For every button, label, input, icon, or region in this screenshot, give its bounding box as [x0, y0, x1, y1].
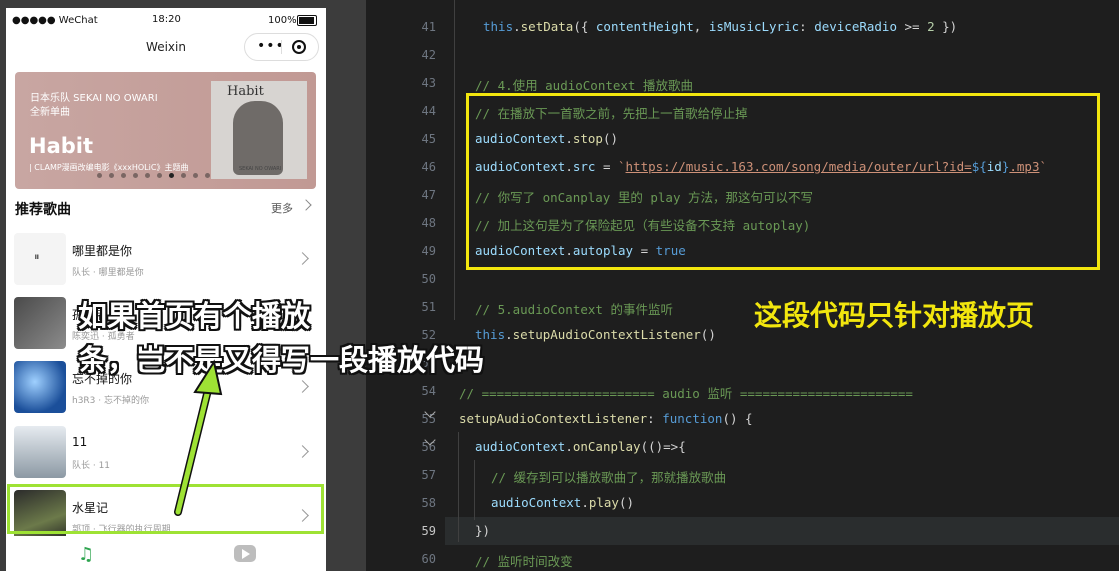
yellow-annotation: 这段代码只针对播放页 [754, 299, 1035, 332]
code-line-41[interactable]: this.setData({ contentHeight, isMusicLyr… [483, 19, 957, 34]
chevron-right-icon[interactable] [300, 199, 312, 211]
line-number: 54 [421, 384, 436, 398]
song-thumbnail [14, 297, 66, 349]
code-line-57[interactable]: // 缓存到可以播放歌曲了，那就播放歌曲 [491, 467, 726, 486]
current-line-highlight [445, 517, 1119, 545]
line-number: 57 [421, 468, 436, 482]
banner-swiper[interactable]: 日本乐队 SEKAI NO OWARI 全新单曲 Habit | CLAMP漫画… [15, 72, 316, 189]
line-number: 41 [421, 20, 436, 34]
pause-icon[interactable]: ⏸ [34, 250, 40, 264]
code-line-54[interactable]: // ======================= audio 监听 ====… [459, 383, 913, 402]
section-title: 推荐歌曲 [15, 202, 71, 218]
chevron-right-icon[interactable] [296, 445, 309, 458]
song-artist: 队长 · 11 [72, 461, 111, 471]
song-thumbnail [14, 361, 66, 413]
code-line-58[interactable]: audioContext.play() [491, 495, 634, 510]
yellow-highlight-box [466, 93, 1100, 270]
line-number: 45 [421, 132, 436, 146]
status-bar: ●●●●● WeChat 18:20 100% [6, 8, 326, 34]
banner-album-cover: Habit SEKAI NO OWARI [211, 81, 307, 179]
swiper-dot[interactable] [205, 173, 210, 178]
indent-guide [474, 460, 475, 520]
line-number: 44 [421, 104, 436, 118]
line-number: 47 [421, 188, 436, 202]
line-number: 50 [421, 272, 436, 286]
close-circle-icon[interactable] [292, 40, 306, 54]
more-link[interactable]: 更多 [271, 200, 293, 216]
code-line-51[interactable]: // 5.audioContext 的事件监听 [475, 299, 673, 318]
song-name: 哪里都是你 [72, 244, 133, 258]
swiper-dot[interactable] [145, 173, 150, 178]
indent-guide [458, 432, 459, 542]
swiper-dot[interactable] [181, 173, 186, 178]
song-name: 11 [72, 435, 88, 449]
green-annotation-line1: 如果首页有个播放 [78, 299, 311, 333]
code-line-52[interactable]: this.setupAudioContextListener() [475, 327, 716, 342]
line-number: 42 [421, 48, 436, 62]
green-highlight-box [7, 484, 324, 534]
status-time: 18:20 [152, 14, 181, 25]
capsule-divider [281, 40, 282, 54]
swiper-dot[interactable] [193, 173, 198, 178]
code-line-43[interactable]: // 4.使用 audioContext 播放歌曲 [475, 75, 693, 94]
line-number: 59 [421, 524, 436, 538]
mini-program-capsule[interactable]: ••• [244, 33, 319, 61]
line-number: 46 [421, 160, 436, 174]
cover-title: Habit [227, 84, 264, 99]
song-list-item[interactable]: ⏸ 哪里都是你队长 · 哪里都是你 [6, 233, 326, 295]
song-thumbnail: ⏸ [14, 233, 66, 285]
battery-icon [297, 15, 317, 26]
swiper-dot[interactable] [133, 173, 138, 178]
swiper-indicator[interactable] [97, 173, 247, 179]
line-number: 49 [421, 244, 436, 258]
line-number: 48 [421, 216, 436, 230]
song-list-item[interactable]: 11 队长 · 11 [6, 426, 326, 488]
battery-percent: 100% [268, 15, 297, 26]
line-number: 58 [421, 496, 436, 510]
code-line-56[interactable]: audioContext.onCanplay(()=>{ [475, 439, 686, 454]
code-line-55[interactable]: setupAudioContextListener: function() { [459, 411, 753, 426]
swiper-dot[interactable] [121, 173, 126, 178]
signal-indicator: ●●●●● WeChat [12, 15, 98, 26]
line-number: 60 [421, 552, 436, 566]
green-annotation-line2: 条，岂不是又得写一段播放代码 [78, 343, 485, 377]
video-play-icon[interactable] [234, 545, 256, 562]
line-number: 43 [421, 76, 436, 90]
code-editor: 41 42 43 44 45 46 47 48 49 50 51 52 53 54 55 56 57 58 59 60… [366, 0, 1119, 571]
indent-guide [454, 0, 455, 320]
banner-subtitle: | CLAMP漫画改编电影《xxxHOLiC》主题曲 [29, 163, 189, 172]
chevron-right-icon[interactable] [296, 252, 309, 265]
music-note-icon[interactable]: ♫ [78, 544, 94, 565]
cover-text: SEKAI NO OWARI [239, 166, 282, 172]
banner-title: Habit [29, 134, 94, 158]
swiper-dot[interactable] [109, 173, 114, 178]
song-thumbnail [14, 426, 66, 478]
chevron-right-icon[interactable] [296, 380, 309, 393]
code-line-59[interactable]: }) [475, 523, 490, 538]
banner-line1: 日本乐队 SEKAI NO OWARI [30, 93, 158, 104]
song-artist: h3R3 · 忘不掉的你 [72, 396, 149, 406]
cover-figure [233, 101, 283, 175]
swiper-dot[interactable] [97, 173, 102, 178]
song-artist: 队长 · 哪里都是你 [72, 268, 144, 278]
banner-line2: 全新单曲 [30, 107, 70, 118]
code-line-60[interactable]: // 监听时间改变 [475, 551, 573, 570]
swiper-dot[interactable] [157, 173, 162, 178]
swiper-dot[interactable] [169, 173, 174, 178]
tab-bar: ♫ [6, 536, 326, 571]
green-annotation: 如果首页有个播放 条，岂不是又得写一段播放代码 [78, 294, 484, 382]
